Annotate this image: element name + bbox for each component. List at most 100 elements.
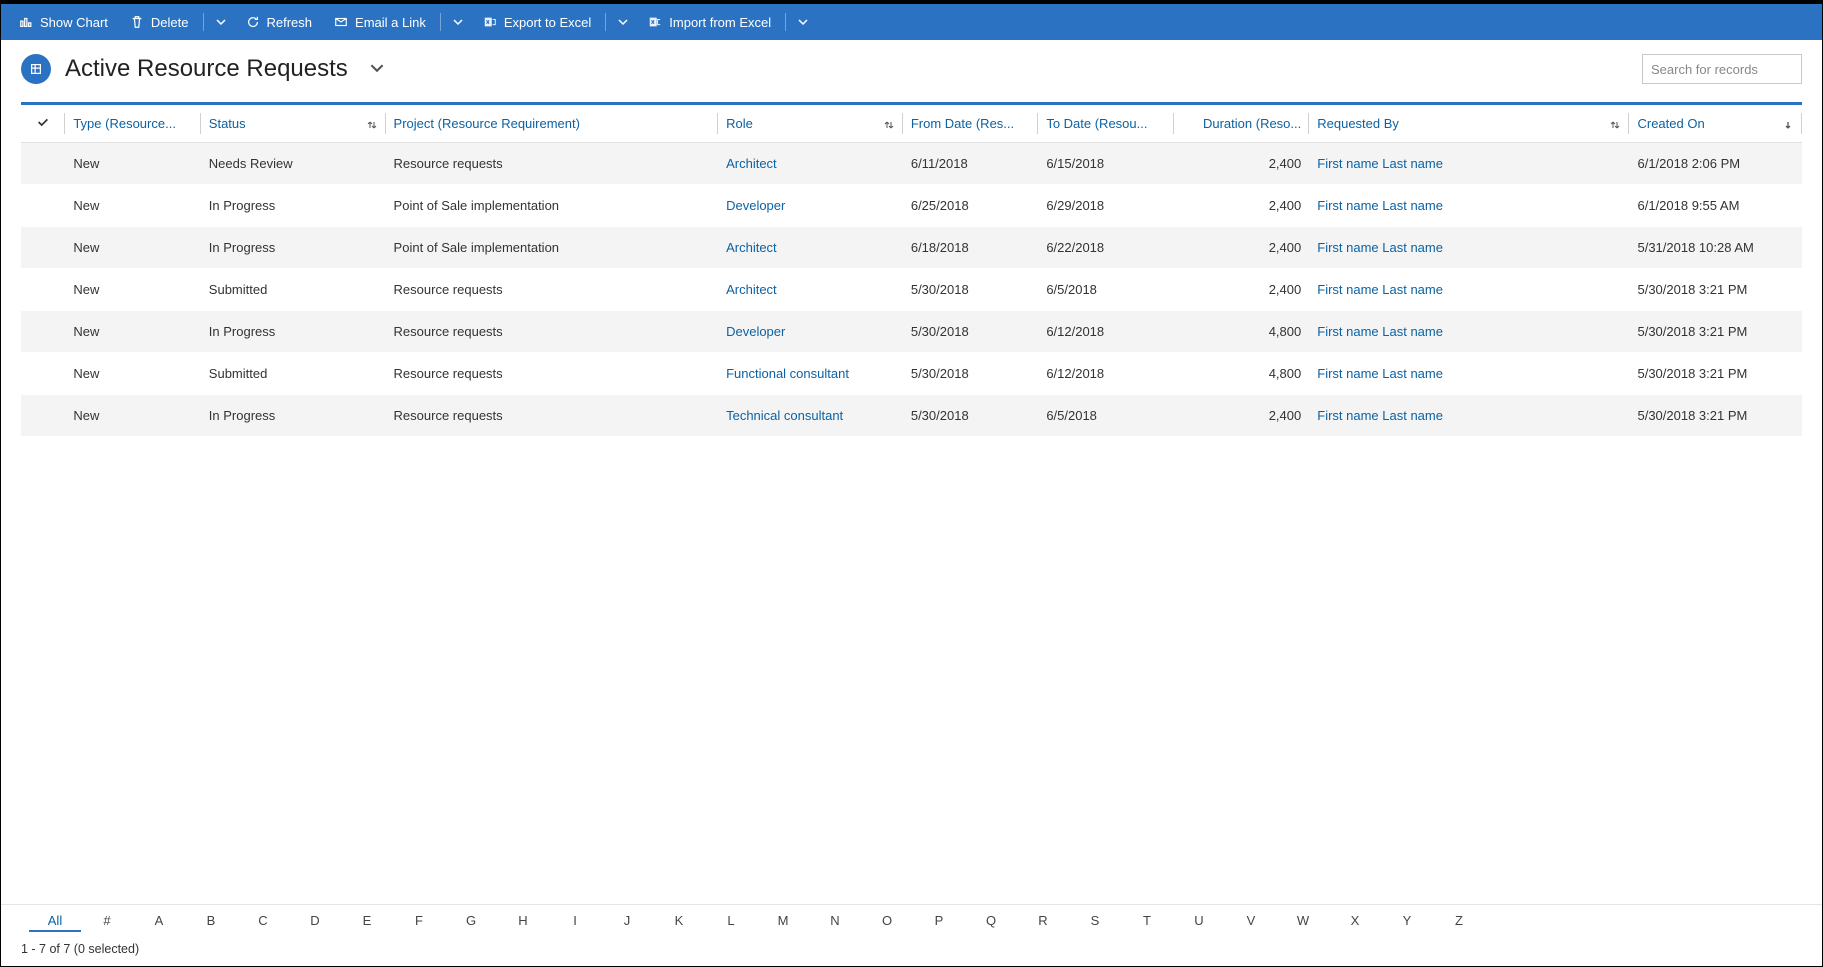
row-select-cell[interactable] <box>21 353 65 395</box>
refresh-button[interactable]: Refresh <box>236 4 323 40</box>
record-count-text: 1 - 7 of 7 (0 selected) <box>21 942 139 956</box>
alpha-filter-item[interactable]: W <box>1277 913 1329 932</box>
table-row[interactable]: NewIn ProgressPoint of Sale implementati… <box>21 185 1802 227</box>
cell-status: Submitted <box>201 269 386 311</box>
email-link-button[interactable]: Email a Link <box>324 4 436 40</box>
col-project[interactable]: Project (Resource Requirement) <box>386 105 719 143</box>
alpha-filter-item[interactable]: E <box>341 913 393 932</box>
alpha-filter-item[interactable]: J <box>601 913 653 932</box>
import-excel-button[interactable]: Import from Excel <box>638 4 781 40</box>
alpha-filter-item[interactable]: I <box>549 913 601 932</box>
row-select-cell[interactable] <box>21 185 65 227</box>
table-row[interactable]: NewSubmittedResource requestsArchitect5/… <box>21 269 1802 311</box>
alpha-filter-item[interactable]: C <box>237 913 289 932</box>
search-input[interactable] <box>1651 62 1823 77</box>
col-requested-by[interactable]: Requested By <box>1309 105 1629 143</box>
table-row[interactable]: NewSubmittedResource requestsFunctional … <box>21 353 1802 395</box>
alpha-filter-item[interactable]: B <box>185 913 237 932</box>
cell-to-date: 6/15/2018 <box>1038 143 1173 185</box>
alpha-filter-item[interactable]: D <box>289 913 341 932</box>
row-select-cell[interactable] <box>21 143 65 185</box>
cell-duration: 2,400 <box>1174 143 1309 185</box>
cell-to-date: 6/5/2018 <box>1038 395 1173 437</box>
alpha-filter-item[interactable]: U <box>1173 913 1225 932</box>
alpha-filter-item[interactable]: Y <box>1381 913 1433 932</box>
alpha-filter-item[interactable]: O <box>861 913 913 932</box>
alpha-filter-item[interactable]: Z <box>1433 913 1485 932</box>
alpha-filter-item[interactable]: R <box>1017 913 1069 932</box>
alpha-filter-item[interactable]: A <box>133 913 185 932</box>
alpha-filter-item[interactable]: H <box>497 913 549 932</box>
cell-requested-by[interactable]: First name Last name <box>1309 269 1629 311</box>
cell-requested-by[interactable]: First name Last name <box>1309 143 1629 185</box>
table-row[interactable]: NewIn ProgressResource requestsTechnical… <box>21 395 1802 437</box>
cell-role[interactable]: Architect <box>718 227 903 269</box>
alpha-filter-item[interactable]: K <box>653 913 705 932</box>
alpha-filter-item[interactable]: N <box>809 913 861 932</box>
cell-requested-by[interactable]: First name Last name <box>1309 395 1629 437</box>
row-select-cell[interactable] <box>21 269 65 311</box>
alpha-filter-item[interactable]: G <box>445 913 497 932</box>
export-excel-dropdown[interactable] <box>610 4 636 40</box>
alpha-filter-item[interactable]: V <box>1225 913 1277 932</box>
export-excel-button[interactable]: Export to Excel <box>473 4 601 40</box>
grid-wrap: Type (Resource... Status Project (Resour… <box>1 98 1822 904</box>
chevron-down-icon <box>618 17 628 27</box>
alpha-filter-item[interactable]: F <box>393 913 445 932</box>
cell-role[interactable]: Technical consultant <box>718 395 903 437</box>
cell-requested-by[interactable]: First name Last name <box>1309 227 1629 269</box>
cell-requested-by[interactable]: First name Last name <box>1309 185 1629 227</box>
alpha-filter-item[interactable]: Q <box>965 913 1017 932</box>
col-duration[interactable]: Duration (Reso... <box>1174 105 1309 143</box>
delete-dropdown[interactable] <box>208 4 234 40</box>
cell-created-on: 5/30/2018 3:21 PM <box>1629 269 1802 311</box>
cell-status: In Progress <box>201 227 386 269</box>
show-chart-button[interactable]: Show Chart <box>9 4 118 40</box>
cell-from-date: 6/11/2018 <box>903 143 1038 185</box>
cell-role[interactable]: Developer <box>718 185 903 227</box>
alpha-filter-item[interactable]: M <box>757 913 809 932</box>
import-excel-dropdown[interactable] <box>790 4 816 40</box>
cell-from-date: 6/18/2018 <box>903 227 1038 269</box>
col-to-date[interactable]: To Date (Resou... <box>1038 105 1173 143</box>
col-from-date[interactable]: From Date (Res... <box>903 105 1038 143</box>
cell-status: In Progress <box>201 185 386 227</box>
cell-requested-by[interactable]: First name Last name <box>1309 353 1629 395</box>
alpha-filter-item[interactable]: P <box>913 913 965 932</box>
email-link-dropdown[interactable] <box>445 4 471 40</box>
search-box <box>1642 54 1802 84</box>
alpha-filter-item[interactable]: All <box>29 913 81 932</box>
row-select-cell[interactable] <box>21 311 65 353</box>
table-row[interactable]: NewIn ProgressResource requestsDeveloper… <box>21 311 1802 353</box>
col-role[interactable]: Role <box>718 105 903 143</box>
refresh-icon <box>246 15 260 29</box>
cell-created-on: 6/1/2018 2:06 PM <box>1629 143 1802 185</box>
delete-button[interactable]: Delete <box>120 4 199 40</box>
alpha-filter-item[interactable]: T <box>1121 913 1173 932</box>
chevron-down-icon <box>453 17 463 27</box>
col-status[interactable]: Status <box>201 105 386 143</box>
cell-role[interactable]: Architect <box>718 143 903 185</box>
cell-from-date: 6/25/2018 <box>903 185 1038 227</box>
col-created-on[interactable]: Created On <box>1629 105 1802 143</box>
cell-role[interactable]: Architect <box>718 269 903 311</box>
cell-duration: 2,400 <box>1174 227 1309 269</box>
select-all-header[interactable] <box>21 105 65 143</box>
title-area: Active Resource Requests <box>1 40 1822 98</box>
row-select-cell[interactable] <box>21 395 65 437</box>
cell-role[interactable]: Developer <box>718 311 903 353</box>
row-select-cell[interactable] <box>21 227 65 269</box>
table-row[interactable]: NewNeeds ReviewResource requestsArchitec… <box>21 143 1802 185</box>
table-row[interactable]: NewIn ProgressPoint of Sale implementati… <box>21 227 1802 269</box>
alpha-filter-bar: All#ABCDEFGHIJKLMNOPQRSTUVWXYZ <box>1 904 1822 936</box>
view-selector-dropdown[interactable] <box>370 61 384 78</box>
alpha-filter-item[interactable]: S <box>1069 913 1121 932</box>
alpha-filter-item[interactable]: # <box>81 913 133 932</box>
alpha-filter-item[interactable]: X <box>1329 913 1381 932</box>
trash-icon <box>130 15 144 29</box>
alpha-filter-item[interactable]: L <box>705 913 757 932</box>
col-type[interactable]: Type (Resource... <box>65 105 200 143</box>
cell-duration: 4,800 <box>1174 311 1309 353</box>
cell-role[interactable]: Functional consultant <box>718 353 903 395</box>
cell-requested-by[interactable]: First name Last name <box>1309 311 1629 353</box>
